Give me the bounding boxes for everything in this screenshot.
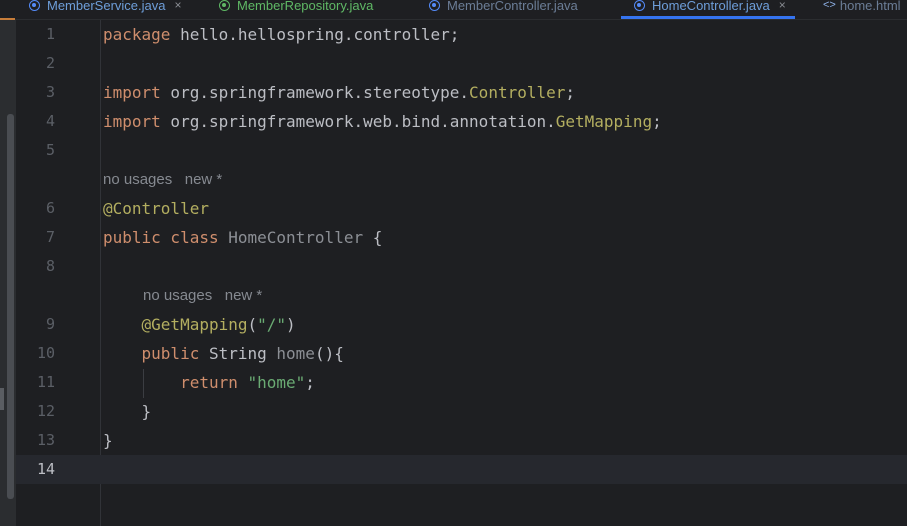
tab-label: home.html (839, 0, 901, 13)
line-number: 1 (45, 25, 55, 43)
paren: ) (286, 315, 296, 334)
code-line-7[interactable]: public class HomeController { (103, 223, 382, 252)
code-line-10[interactable]: public String home(){ (103, 339, 344, 368)
usages-hint[interactable]: no usages (143, 287, 212, 304)
tab-label: HomeController.java (652, 0, 770, 13)
code-line-1[interactable]: package hello.hellospring.controller; (103, 20, 459, 49)
line-number: 13 (36, 431, 55, 449)
code-line-11[interactable]: return "home"; (103, 368, 315, 397)
brace: } (141, 402, 152, 421)
new-hint[interactable]: new * (225, 287, 263, 304)
line-number: 12 (36, 402, 55, 420)
code-line-3[interactable]: import org.springframework.stereotype.Co… (103, 78, 575, 107)
semicolon: ; (565, 83, 576, 102)
editor-tab-bar: MemberService.java × MemberRepository.ja… (0, 0, 907, 20)
annotation: @Controller (103, 199, 209, 218)
usages-hint[interactable]: no usages (103, 171, 172, 188)
tool-window-handle[interactable] (0, 388, 4, 410)
class-icon (429, 0, 440, 11)
method-name: home (266, 344, 315, 363)
line-number: 10 (36, 344, 55, 362)
line-number: 3 (45, 83, 55, 101)
code-line-6[interactable]: @Controller (103, 194, 209, 223)
close-icon[interactable]: × (779, 0, 786, 12)
brace: { (363, 228, 383, 247)
line-number-current: 14 (36, 460, 55, 478)
class-name: HomeController (218, 228, 364, 247)
class-icon (29, 0, 40, 11)
semicolon: ; (652, 112, 662, 131)
code-line-12[interactable]: } (103, 397, 152, 426)
import-path: org.springframework.stereotype. (160, 83, 470, 102)
code-line-14[interactable] (103, 455, 883, 484)
tab-label: MemberController.java (447, 0, 578, 13)
semicolon: ; (305, 373, 315, 392)
paren: ( (247, 315, 258, 334)
line-number: 8 (45, 257, 55, 275)
imported-class: GetMapping (555, 112, 653, 131)
keyword: return (180, 373, 238, 392)
type-name: String (199, 344, 267, 363)
tab-member-repository[interactable]: MemberRepository.java (219, 0, 373, 18)
line-number: 7 (45, 228, 55, 246)
keyword: import (103, 83, 161, 102)
keyword: public class (103, 228, 219, 247)
tab-label: MemberService.java (47, 0, 166, 13)
tab-home-html[interactable]: <> home.html (823, 0, 901, 18)
line-number: 6 (45, 199, 55, 217)
line-number: 5 (45, 141, 55, 159)
tab-member-service[interactable]: MemberService.java × (29, 0, 182, 18)
keyword: public (141, 344, 200, 363)
new-hint[interactable]: new * (185, 171, 223, 188)
class-usages-hint[interactable]: no usages new * (103, 165, 222, 194)
imported-class: Controller (469, 83, 566, 102)
keyword: package (103, 25, 171, 44)
string-literal: "/" (257, 315, 287, 334)
tab-member-controller[interactable]: MemberController.java (429, 0, 578, 18)
interface-icon (219, 0, 230, 11)
line-number: 4 (45, 112, 55, 130)
tab-home-controller[interactable]: HomeController.java × (621, 0, 795, 19)
close-icon[interactable]: × (175, 0, 182, 12)
gutter-divider (100, 20, 101, 526)
method-usages-hint[interactable]: no usages new * (143, 281, 262, 310)
code-line-4[interactable]: import org.springframework.web.bind.anno… (103, 107, 662, 136)
code-line-13[interactable]: } (103, 426, 113, 455)
brace: } (103, 431, 113, 450)
scrollbar-thumb[interactable] (7, 114, 14, 499)
class-icon (634, 0, 645, 11)
brace: (){ (314, 344, 344, 363)
package-name: hello.hellospring.controller; (170, 25, 460, 44)
string-literal: "home" (237, 373, 306, 392)
line-number: 11 (36, 373, 55, 391)
keyword: import (103, 112, 161, 131)
annotation: @GetMapping (141, 315, 248, 334)
import-path: org.springframework.web.bind.annotation. (160, 112, 556, 131)
html-icon: <> (823, 0, 836, 11)
line-number: 2 (45, 54, 55, 72)
line-number: 9 (45, 315, 55, 333)
tab-label: MemberRepository.java (237, 0, 374, 13)
code-line-9[interactable]: @GetMapping("/") (103, 310, 296, 339)
